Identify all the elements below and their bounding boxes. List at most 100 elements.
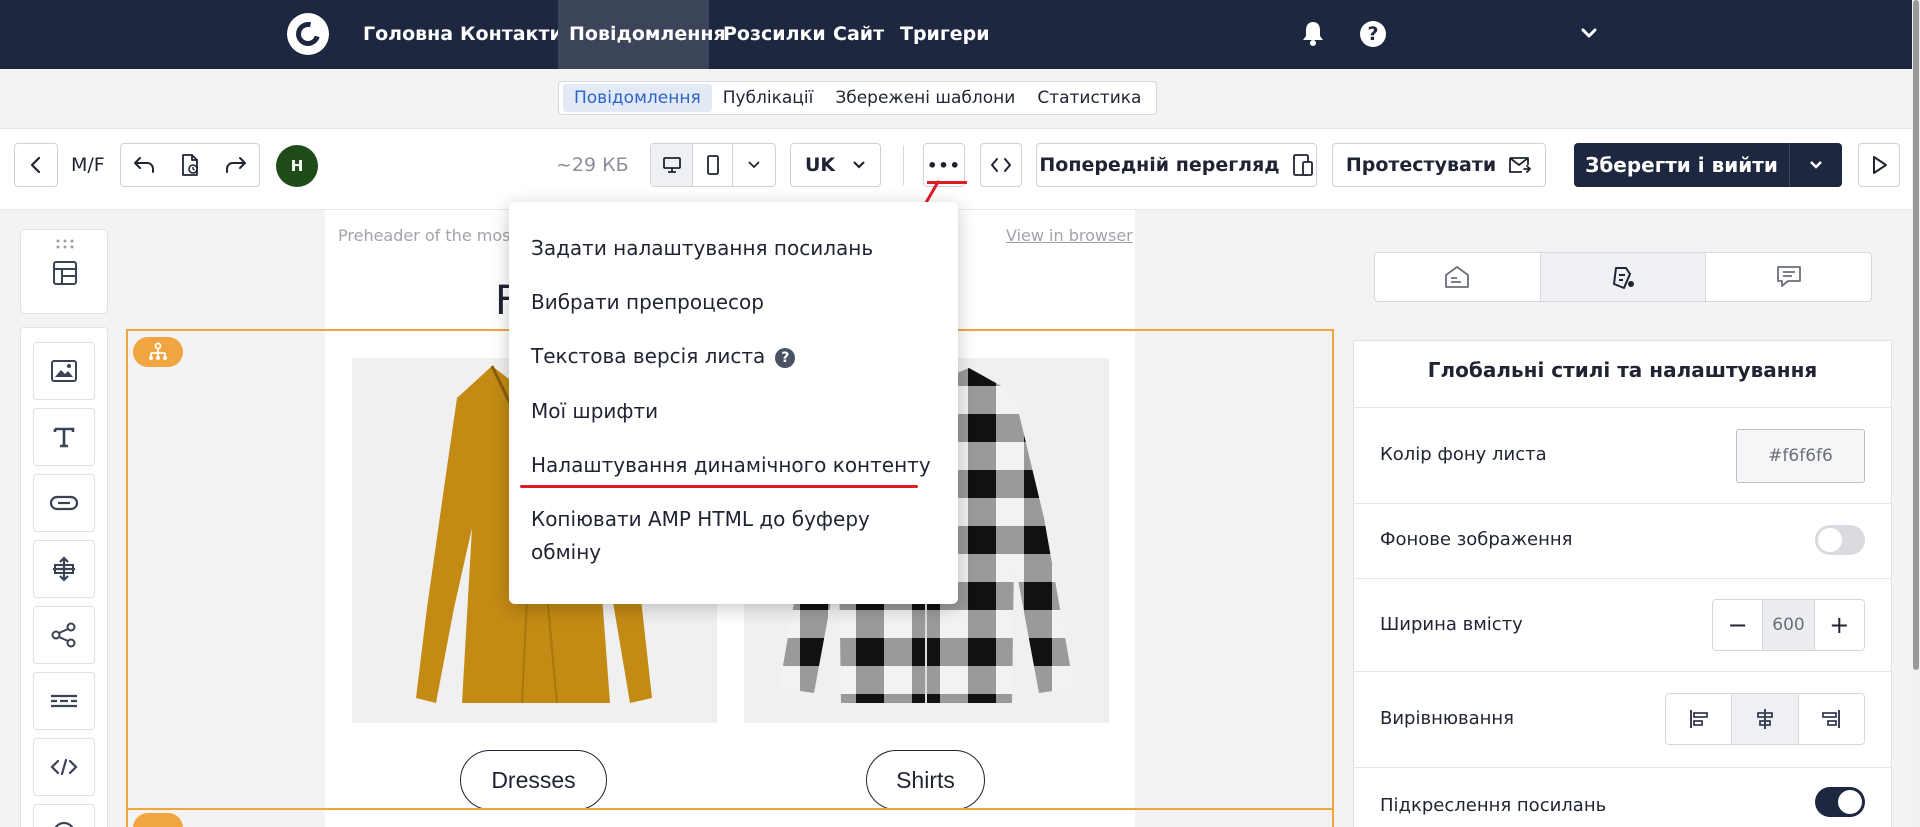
spacer-block[interactable] bbox=[33, 540, 95, 598]
timer-block[interactable] bbox=[33, 804, 95, 827]
redo-icon[interactable] bbox=[225, 155, 247, 175]
align-right-button[interactable] bbox=[1799, 694, 1864, 744]
bg-image-label: Фонове зображення bbox=[1380, 529, 1573, 550]
content-width-label: Ширина вмісту bbox=[1380, 614, 1523, 635]
bg-color-input[interactable]: #f6f6f6 bbox=[1736, 429, 1865, 483]
timer-icon bbox=[54, 821, 74, 827]
nav-item-triggers[interactable]: Тригери bbox=[889, 0, 1001, 69]
mode-label[interactable]: M/F bbox=[71, 154, 105, 176]
content-blocks-panel bbox=[20, 327, 108, 827]
preview-label: Попередній перегляд bbox=[1039, 154, 1280, 176]
button-icon bbox=[49, 495, 79, 511]
bg-color-label: Колір фону листа bbox=[1380, 444, 1547, 465]
decrement-button[interactable]: − bbox=[1713, 600, 1762, 650]
test-button[interactable]: Протестувати bbox=[1332, 143, 1546, 187]
menu-item-text-version[interactable]: Текстова версія листа? bbox=[531, 340, 796, 373]
tab-publications[interactable]: Публікації bbox=[712, 84, 825, 112]
menu-item-dynamic-content[interactable]: Налаштування динамічного контенту bbox=[531, 449, 931, 482]
nav-item-messages[interactable]: Повідомлення bbox=[558, 0, 726, 69]
divider-block[interactable] bbox=[33, 672, 95, 730]
view-in-browser-link[interactable]: View in browser bbox=[1006, 226, 1133, 245]
align-left-button[interactable] bbox=[1666, 694, 1733, 744]
desktop-icon bbox=[662, 157, 681, 173]
html-block[interactable] bbox=[33, 738, 95, 796]
help-icon[interactable]: ? bbox=[1360, 21, 1386, 47]
link-underline-label: Підкреслення посилань bbox=[1380, 795, 1607, 816]
row-divider bbox=[1353, 407, 1892, 408]
align-center-button[interactable] bbox=[1732, 694, 1799, 744]
tab-email-settings[interactable] bbox=[1375, 253, 1541, 301]
alignment-label: Вирівнювання bbox=[1380, 708, 1515, 729]
help-icon[interactable]: ? bbox=[775, 348, 796, 368]
share-icon bbox=[51, 622, 76, 648]
html-code-icon bbox=[50, 758, 78, 776]
row-divider bbox=[1353, 503, 1892, 504]
menu-item-my-fonts[interactable]: Мої шрифти bbox=[531, 395, 658, 428]
save-and-exit-button[interactable]: Зберегти і вийти bbox=[1574, 143, 1842, 187]
bell-icon[interactable] bbox=[1302, 20, 1324, 46]
email-settings-icon bbox=[1445, 266, 1470, 288]
global-styles-panel bbox=[1353, 340, 1892, 827]
row-divider bbox=[1353, 671, 1892, 672]
tab-global-styles[interactable] bbox=[1540, 253, 1707, 301]
comment-icon bbox=[1776, 266, 1801, 287]
logo-icon[interactable] bbox=[287, 13, 329, 55]
nav-item-contacts[interactable]: Контакти bbox=[449, 0, 574, 69]
history-button-group bbox=[120, 143, 260, 187]
structure-badge-2[interactable] bbox=[133, 813, 183, 827]
message-size: ~29 КБ bbox=[556, 154, 629, 176]
drag-handle-icon[interactable] bbox=[55, 239, 75, 249]
menu-item-preprocessor[interactable]: Вибрати препроцесор bbox=[531, 286, 764, 319]
increment-button[interactable]: + bbox=[1815, 600, 1864, 650]
structure-badge[interactable] bbox=[133, 337, 183, 367]
back-button[interactable] bbox=[14, 143, 58, 187]
language-select[interactable]: UK bbox=[790, 143, 881, 187]
alignment-button-group bbox=[1665, 693, 1865, 745]
next-structure-frame[interactable] bbox=[126, 808, 1334, 827]
tab-messages[interactable]: Повідомлення bbox=[563, 84, 712, 112]
toolbar-divider bbox=[903, 145, 904, 185]
avatar[interactable]: H bbox=[276, 145, 318, 187]
settings-tabs bbox=[1374, 252, 1872, 302]
text-icon bbox=[53, 427, 75, 448]
image-block[interactable] bbox=[33, 342, 95, 400]
mobile-view-button[interactable] bbox=[693, 144, 733, 186]
tab-statistics[interactable]: Статистика bbox=[1026, 84, 1152, 112]
save-options-dropdown[interactable] bbox=[1790, 157, 1842, 173]
code-editor-button[interactable] bbox=[980, 143, 1022, 187]
social-block[interactable] bbox=[33, 606, 95, 664]
chevron-down-icon[interactable] bbox=[1580, 24, 1598, 42]
preheader-text[interactable]: Preheader of the most e bbox=[338, 226, 532, 245]
tab-saved-templates[interactable]: Збережені шаблони bbox=[824, 84, 1026, 112]
preview-button[interactable]: Попередній перегляд bbox=[1036, 143, 1317, 187]
menu-item-text-version-label: Текстова версія листа bbox=[531, 344, 766, 368]
nav-item-home[interactable]: Головна bbox=[352, 0, 464, 69]
menu-item-link-settings[interactable]: Задати налаштування посилань bbox=[531, 232, 873, 265]
menu-item-copy-amp-html[interactable]: Копіювати AMP HTML до буферу обміну bbox=[531, 503, 931, 569]
play-icon bbox=[1873, 156, 1887, 174]
test-label: Протестувати bbox=[1345, 154, 1497, 176]
nav-item-campaigns[interactable]: Розсилки bbox=[712, 0, 837, 69]
scrollbar-thumb[interactable] bbox=[1913, 0, 1919, 670]
annotation-underline bbox=[520, 485, 918, 488]
image-icon bbox=[51, 360, 77, 382]
chevron-down-icon bbox=[853, 161, 865, 169]
send-mail-icon bbox=[1509, 157, 1532, 173]
desktop-view-button[interactable] bbox=[651, 144, 693, 186]
align-center-icon bbox=[1757, 709, 1773, 729]
structures-panel[interactable] bbox=[20, 229, 108, 314]
button-block[interactable] bbox=[33, 474, 95, 532]
version-history-icon[interactable] bbox=[179, 153, 201, 177]
paint-bucket-icon bbox=[1613, 267, 1634, 289]
undo-icon[interactable] bbox=[133, 155, 155, 175]
link-underline-toggle[interactable] bbox=[1815, 787, 1865, 817]
tab-comments[interactable] bbox=[1706, 253, 1871, 301]
device-dropdown-button[interactable] bbox=[733, 144, 775, 186]
nav-item-site[interactable]: Сайт bbox=[822, 0, 895, 69]
run-button[interactable] bbox=[1858, 143, 1900, 187]
text-block[interactable] bbox=[33, 408, 95, 466]
content-width-value[interactable]: 600 bbox=[1762, 600, 1815, 650]
divider-icon bbox=[51, 694, 77, 708]
bg-image-toggle[interactable] bbox=[1815, 525, 1865, 555]
structure-tree-icon bbox=[149, 342, 167, 360]
